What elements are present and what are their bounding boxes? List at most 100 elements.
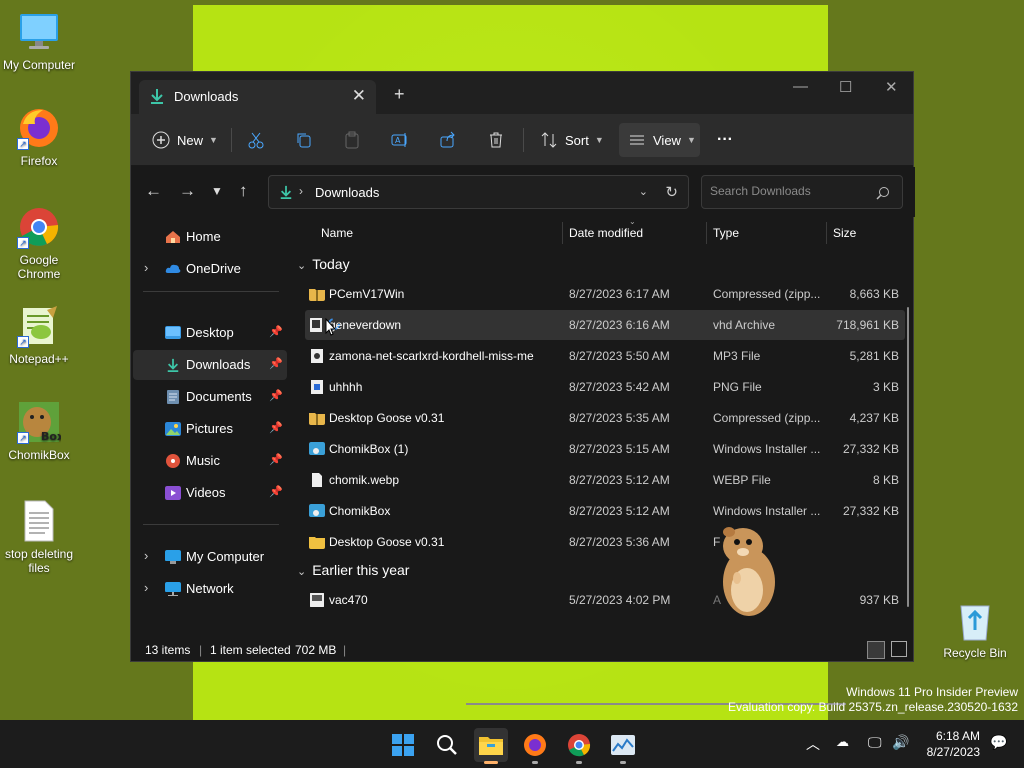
back-arrow-icon[interactable]: ← (145, 181, 162, 201)
desktop-icon-label: My Computer (2, 58, 76, 72)
file-row[interactable]: vac470 5/27/2023 4:02 PM A 937 KB (305, 585, 905, 615)
search-box[interactable] (701, 175, 903, 209)
taskbar-chrome[interactable] (562, 728, 596, 764)
active-indicator (484, 761, 498, 764)
file-name: chomik.webp (329, 473, 400, 487)
sidebar-item-documents[interactable]: Documents 📌 (133, 382, 287, 412)
address-bar[interactable]: › Downloads ⌄ ↻ (268, 175, 689, 209)
pin-icon[interactable]: 📌 (269, 357, 283, 370)
file-row[interactable]: Desktop Goose v0.31 8/27/2023 5:35 AM Co… (305, 403, 905, 433)
desktop-icon-stop-deleting-files[interactable]: stop deleting files (1, 499, 77, 575)
column-header-date[interactable]: Date modified (569, 226, 643, 240)
desktop-icon-chomikbox[interactable]: Box ↗ ChomikBox (1, 400, 77, 462)
file-date: 8/27/2023 5:42 AM (569, 380, 670, 394)
details-view-icon[interactable] (867, 641, 885, 659)
column-header-size[interactable]: Size (833, 226, 856, 240)
taskbar-task-manager[interactable] (606, 728, 640, 764)
sidebar-item-music[interactable]: Music 📌 (133, 446, 287, 476)
sidebar-item-downloads[interactable]: Downloads 📌 (133, 350, 287, 380)
file-row[interactable]: ChomikBox (1) 8/27/2023 5:15 AM Windows … (305, 434, 905, 464)
expand-chevron-icon[interactable]: › (144, 260, 148, 275)
file-size: 27,332 KB (842, 442, 899, 456)
pin-icon[interactable]: 📌 (269, 325, 283, 338)
close-window-icon[interactable]: ✕ (885, 78, 898, 96)
network-icon (165, 582, 181, 596)
more-options-button[interactable]: ··· (717, 123, 733, 157)
file-row[interactable]: geneverdown 8/27/2023 6:16 AM vhd Archiv… (305, 310, 905, 340)
sidebar-item-my-computer[interactable]: › My Computer (133, 542, 287, 572)
file-date: 8/27/2023 5:12 AM (569, 504, 670, 518)
pin-icon[interactable]: 📌 (269, 485, 283, 498)
copy-button[interactable] (294, 123, 314, 157)
tab-downloads[interactable]: Downloads ✕ (139, 80, 376, 114)
file-row[interactable]: PCemV17Win 8/27/2023 6:17 AM Compressed … (305, 279, 905, 309)
onedrive-tray-icon[interactable]: ☁ (836, 734, 849, 750)
pin-icon[interactable]: 📌 (269, 389, 283, 402)
group-header-earlier[interactable]: ⌄ Earlier this year (297, 562, 409, 578)
pin-icon[interactable]: 📌 (269, 453, 283, 466)
file-row[interactable]: uhhhh 8/27/2023 5:42 AM PNG File 3 KB (305, 372, 905, 402)
clock[interactable]: 6:18 AM 8/27/2023 (918, 728, 980, 760)
paste-button[interactable] (342, 123, 362, 157)
shortcut-arrow-icon: ↗ (17, 237, 29, 249)
file-row[interactable]: zamona-net-scarlxrd-kordhell-miss-me 8/2… (305, 341, 905, 371)
share-button[interactable] (438, 123, 458, 157)
sort-label: Sort (565, 132, 589, 148)
expand-chevron-icon[interactable]: › (144, 580, 148, 595)
sidebar-item-home[interactable]: Home (133, 222, 287, 252)
sidebar-item-desktop[interactable]: Desktop 📌 (133, 318, 287, 348)
desktop-icon-chrome[interactable]: ↗ Google Chrome (1, 205, 77, 281)
chrome-icon (568, 734, 591, 757)
sidebar-item-network[interactable]: › Network (133, 574, 287, 604)
group-header-today[interactable]: ⌄ Today (297, 256, 350, 272)
new-button[interactable]: New ▼ (151, 123, 218, 157)
breadcrumb[interactable]: Downloads (315, 185, 379, 200)
file-row[interactable]: Desktop Goose v0.31 8/27/2023 5:36 AM F (305, 527, 905, 557)
search-input[interactable] (710, 184, 870, 198)
sidebar-item-videos[interactable]: Videos 📌 (133, 478, 287, 508)
address-dropdown-chevron-icon[interactable]: ⌄ (639, 185, 648, 198)
file-type: MP3 File (713, 349, 761, 363)
thumbnail-view-icon[interactable] (891, 641, 907, 657)
sidebar-item-label: OneDrive (186, 261, 241, 276)
sidebar-item-onedrive[interactable]: › OneDrive (133, 254, 287, 284)
sidebar-item-label: Network (186, 581, 234, 596)
up-arrow-icon[interactable]: ↑ (239, 181, 248, 201)
cut-button[interactable] (246, 123, 266, 157)
chevron-down-icon: ▼ (686, 135, 696, 145)
column-header-type[interactable]: Type (713, 226, 739, 240)
delete-button[interactable] (486, 123, 506, 157)
desktop-icon-recycle-bin[interactable]: Recycle Bin (937, 598, 1013, 660)
vertical-scrollbar[interactable] (907, 307, 909, 607)
minimize-icon[interactable]: — (793, 78, 808, 95)
refresh-icon[interactable]: ↻ (665, 183, 678, 201)
sidebar-item-pictures[interactable]: Pictures 📌 (133, 414, 287, 444)
pin-icon[interactable]: 📌 (269, 421, 283, 434)
desktop-icon-notepad-plus-plus[interactable]: ↗ Notepad++ (1, 304, 77, 366)
svg-text:A: A (395, 136, 401, 145)
view-button[interactable]: View ▼ (619, 123, 700, 157)
expand-chevron-icon[interactable]: › (144, 548, 148, 563)
recycle-bin-icon (953, 598, 997, 642)
new-tab-button[interactable]: + (394, 84, 405, 105)
desktop-icon-my-computer[interactable]: My Computer (1, 10, 77, 72)
close-tab-icon[interactable]: ✕ (352, 86, 366, 106)
file-row[interactable]: ChomikBox 8/27/2023 5:12 AM Windows Inst… (305, 496, 905, 526)
taskbar-file-explorer[interactable] (474, 728, 508, 764)
column-header-name[interactable]: Name (321, 226, 353, 240)
maximize-icon[interactable]: ☐ (839, 78, 852, 96)
hamster-image (713, 520, 783, 620)
forward-arrow-icon[interactable]: → (179, 181, 196, 201)
network-tray-icon[interactable]: 🖵 (868, 734, 882, 751)
sort-button[interactable]: Sort ▼ (539, 123, 604, 157)
show-hidden-icons-chevron-icon[interactable]: ︿ (806, 734, 820, 754)
taskbar-firefox[interactable] (518, 728, 552, 764)
desktop-icon-firefox[interactable]: ↗ Firefox (1, 106, 77, 168)
start-button[interactable] (386, 728, 420, 762)
recent-locations-chevron-icon[interactable]: ▼ (211, 184, 223, 198)
notifications-icon[interactable]: 💬 (990, 734, 1007, 751)
file-row[interactable]: chomik.webp 8/27/2023 5:12 AM WEBP File … (305, 465, 905, 495)
volume-icon[interactable]: 🔊 (892, 734, 909, 751)
taskbar-search-button[interactable] (430, 728, 464, 762)
rename-button[interactable]: A (390, 123, 410, 157)
